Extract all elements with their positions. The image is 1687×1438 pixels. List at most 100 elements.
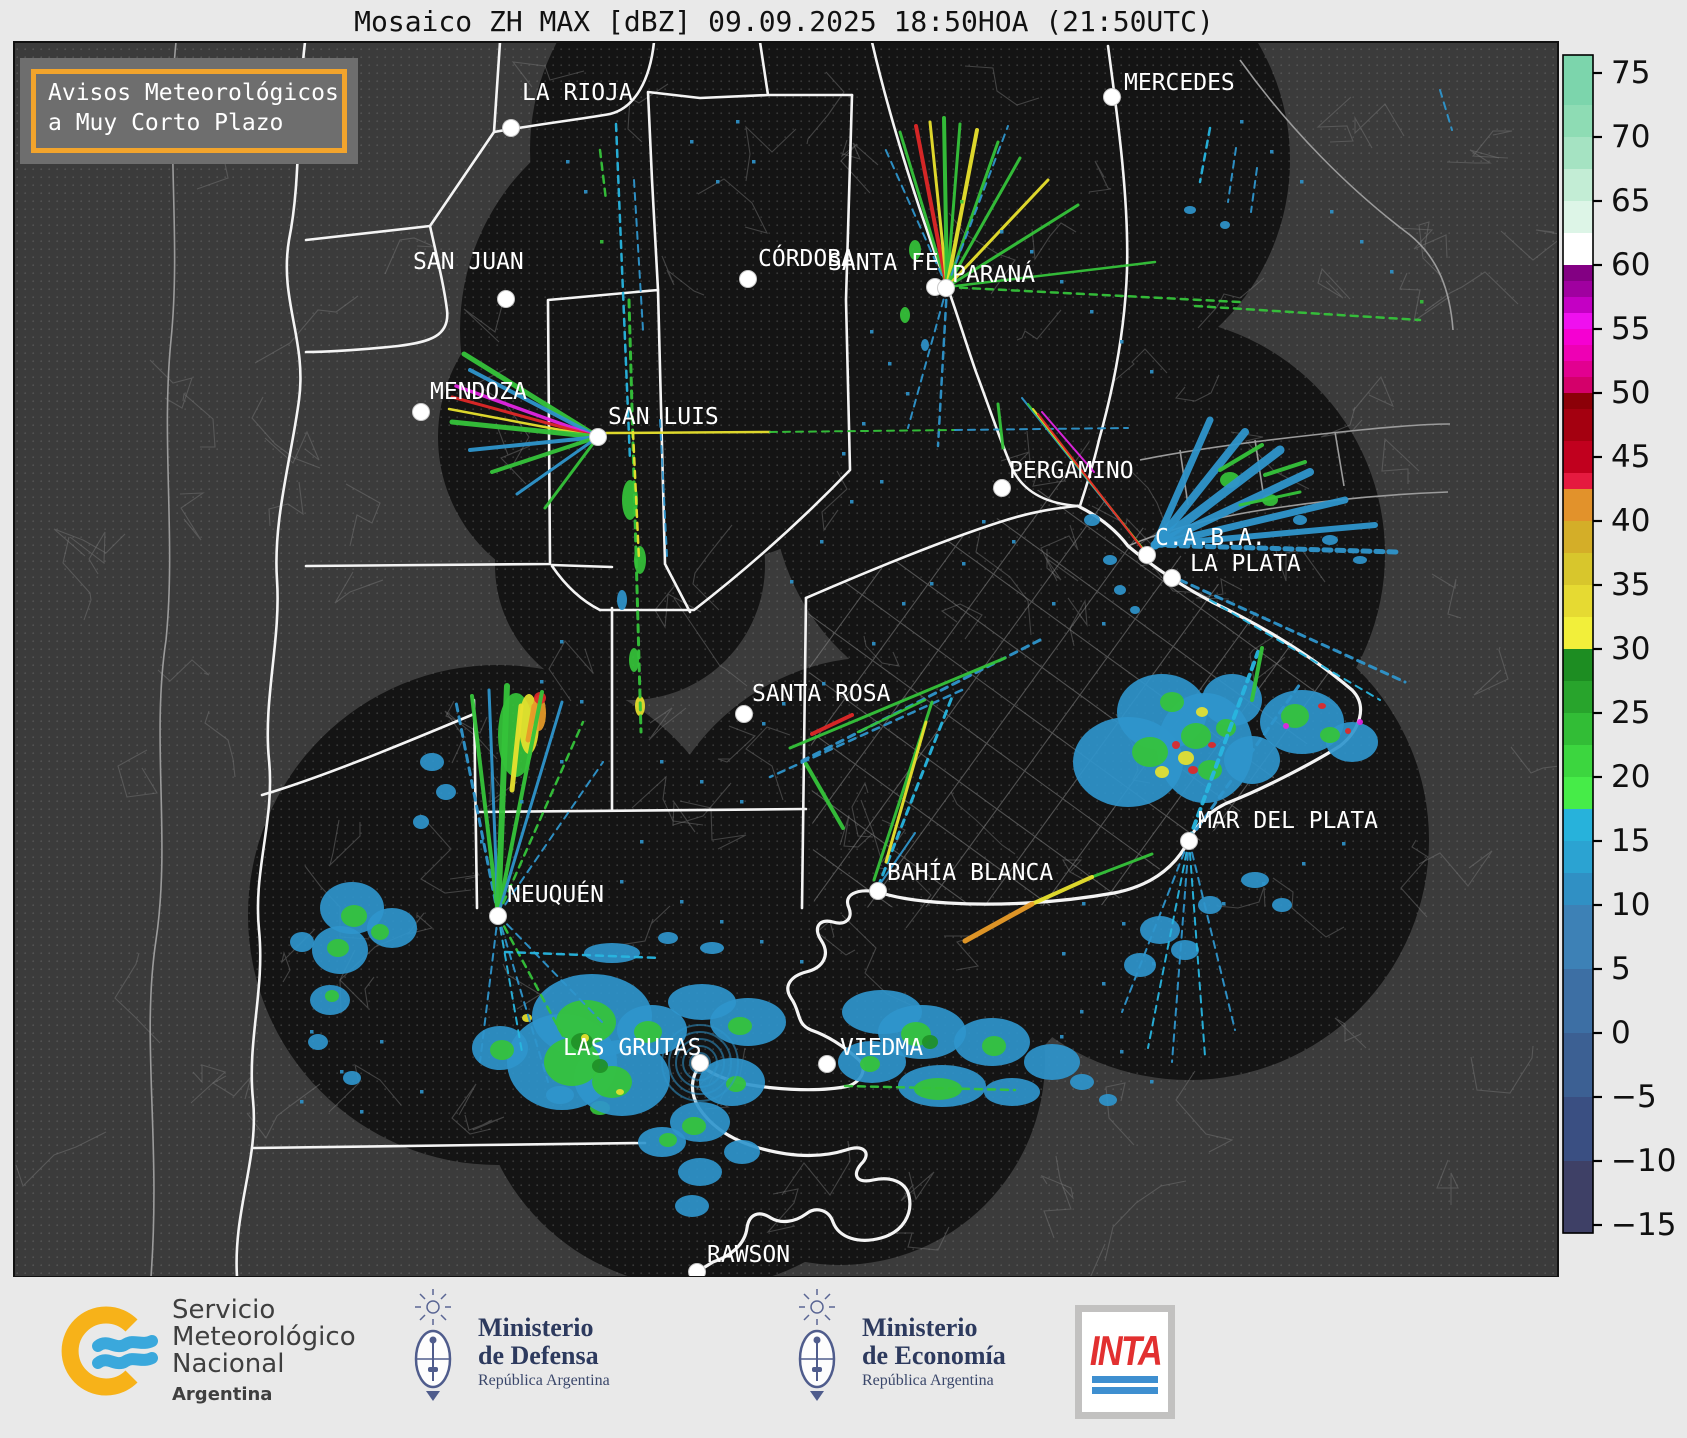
echo-blob [1024,1044,1080,1080]
echo-speck [1360,240,1364,244]
colorbar-segment [1563,105,1593,138]
colorbar-segment [1563,1033,1593,1098]
echo-speck [584,190,588,194]
colorbar-tick-label: 60 [1611,247,1650,283]
echo-blob [1181,723,1211,749]
colorbar-segment [1563,377,1593,394]
echo-blob [1184,206,1196,214]
echo-blob [290,932,314,952]
echo-speck [1102,622,1106,626]
inta-wordmark: INTA [1089,1327,1162,1374]
colorbar-segment [1563,361,1593,378]
city-marker [589,428,607,446]
colorbar-segment [1563,745,1593,778]
city-marker [739,270,757,288]
echo-blob [900,307,910,323]
warning-line-2: a Muy Corto Plazo [48,110,284,136]
colorbar-tick-label: 5 [1611,951,1631,987]
echo-speck [520,800,524,804]
echo-blob [1241,872,1269,888]
defensa-logo: Ministerio de Defensa República Argentin… [402,1287,610,1417]
colorbar-tick-label: 30 [1611,631,1650,667]
colorbar-segment [1563,617,1593,650]
echo-blob [371,924,389,940]
echo-speck [1342,842,1346,846]
city-marker [735,705,753,723]
echo-speck [340,1070,344,1074]
colorbar-tick-label: 65 [1611,183,1650,219]
colorbar-tick-label: 15 [1611,823,1650,859]
defensa-line-2: de Defensa [478,1341,599,1370]
echo-speck [600,240,604,244]
echo-speck [560,640,564,644]
echo-blob [1272,898,1292,912]
echo-blob [1130,606,1140,614]
colorbar-segment [1563,473,1593,490]
echo-speck [620,880,624,884]
colorbar-segment [1563,297,1593,314]
echo-blob [341,905,367,927]
city-label: PARANÁ [952,260,1035,288]
echo-speck [1152,962,1156,966]
echo-blob [1345,728,1351,734]
echo-speck [930,582,934,586]
echo-speck [862,422,866,426]
smn-line-1: Servicio [172,1295,276,1325]
echo-speck [906,392,910,396]
echo-speck [660,760,664,764]
colorbar-tick-label: 45 [1611,439,1650,475]
echo-speck [640,840,644,844]
smn-line-2: Meteorológico [172,1322,356,1352]
echo-speck [1030,250,1034,254]
city-marker [869,882,887,900]
echo-blob [1084,514,1100,526]
echo-blob [1208,742,1216,748]
echo-blob [1322,535,1338,545]
echo-speck [870,330,874,334]
colorbar-segment [1563,201,1593,234]
colorbar-segment [1563,777,1593,810]
echo-speck [1052,602,1056,606]
echo-blob [1103,555,1117,565]
colorbar-segment [1563,969,1593,1034]
city-marker [412,403,430,421]
echo-blob [1160,692,1184,712]
echo-speck [566,160,570,164]
colorbar-tick-label: 70 [1611,119,1650,155]
echo-speck [1012,540,1016,544]
echo-speck [1062,952,1066,956]
echo-speck [820,540,824,544]
echo-speck [1150,370,1154,374]
radar-mosaic-page: Mosaico ZH MAX [dBZ] 09.09.2025 18:50HOA… [0,0,1687,1438]
economia-line-3: República Argentina [862,1372,994,1389]
echo-blob [584,943,640,963]
echo-speck [540,680,544,684]
city-marker [1163,569,1181,587]
echo-blob [726,1076,746,1092]
argentina-coat-of-arms-icon [414,1289,452,1401]
echo-speck [1120,1050,1124,1054]
echo-blob [1320,727,1340,743]
colorbar-tick-label: 25 [1611,695,1650,731]
echo-blob [616,1089,624,1095]
echo-blob [700,942,724,954]
echo-blob [1196,707,1208,717]
colorbar-tick-label: −10 [1611,1143,1676,1179]
colorbar-tick-label: −5 [1611,1079,1657,1115]
colorbar-segment [1563,329,1593,346]
colorbar-tick-label: 55 [1611,311,1650,347]
echo-speck [1082,902,1086,906]
echo-blob [420,753,444,771]
echo-speck [560,760,564,764]
echo-blob [1357,719,1363,725]
echo-blob [1178,751,1194,765]
city-marker [497,290,515,308]
echo-blob [1171,940,1199,960]
colorbar-tick-label: 10 [1611,887,1650,923]
echo-blob [327,939,349,957]
echo-speck [1270,150,1274,154]
echo-speck [1060,280,1064,284]
colorbar-segment [1563,393,1593,410]
colorbar-tick-label: 35 [1611,567,1650,603]
echo-blob [678,1158,722,1186]
